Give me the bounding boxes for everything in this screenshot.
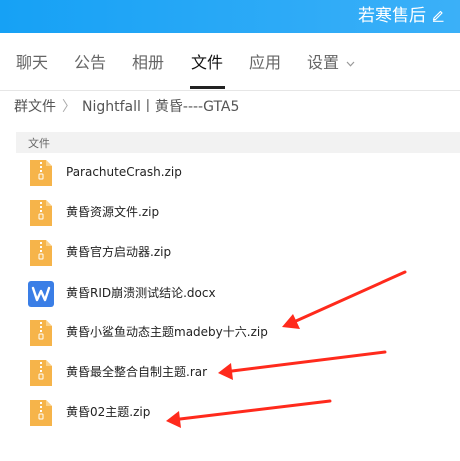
file-row[interactable]: 黄昏最全整合自制主题.rar — [16, 354, 446, 392]
file-name: 黄昏RID崩溃测试结论.docx — [66, 286, 216, 300]
word-doc-icon — [28, 281, 54, 307]
breadcrumb: 群文件〉 Nightfall丨黄昏----GTA5 — [14, 98, 239, 116]
file-name: 黄昏小鲨鱼动态主题madeby十六.zip — [66, 325, 268, 339]
edit-icon[interactable] — [431, 8, 445, 22]
zip-file-icon — [30, 320, 52, 346]
divider — [0, 90, 460, 91]
breadcrumb-root[interactable]: 群文件 — [14, 99, 56, 115]
tab-files[interactable]: 文件 — [191, 53, 223, 73]
title-bar: 若寒售后 — [0, 0, 460, 33]
group-name: 若寒售后 — [358, 6, 426, 26]
zip-file-icon — [30, 160, 52, 186]
breadcrumb-current: Nightfall丨黄昏----GTA5 — [82, 99, 240, 115]
file-row[interactable]: 黄昏02主题.zip — [16, 394, 446, 432]
file-row[interactable]: ParachuteCrash.zip — [16, 154, 446, 192]
file-name: 黄昏官方启动器.zip — [66, 245, 172, 259]
zip-file-icon — [30, 400, 52, 426]
zip-file-icon — [30, 360, 52, 386]
file-name: ParachuteCrash.zip — [66, 165, 182, 179]
tab-bar: 聊天 公告 相册 文件 应用 设置 — [0, 33, 460, 91]
file-name: 黄昏资源文件.zip — [66, 205, 160, 219]
breadcrumb-separator: 〉 — [62, 99, 76, 115]
file-row[interactable]: 黄昏小鲨鱼动态主题madeby十六.zip — [16, 314, 446, 352]
tab-settings[interactable]: 设置 — [307, 53, 339, 73]
file-row[interactable]: 黄昏资源文件.zip — [16, 194, 446, 232]
file-row[interactable]: 黄昏官方启动器.zip — [16, 234, 446, 272]
file-name: 黄昏02主题.zip — [66, 405, 151, 419]
zip-file-icon — [30, 240, 52, 266]
column-header-file[interactable]: 文件 — [28, 135, 50, 151]
tab-album[interactable]: 相册 — [132, 53, 164, 73]
file-list-header: 文件 — [16, 132, 460, 153]
file-row[interactable]: 黄昏RID崩溃测试结论.docx — [16, 275, 446, 313]
file-name: 黄昏最全整合自制主题.rar — [66, 365, 208, 379]
tab-announcements[interactable]: 公告 — [74, 53, 106, 73]
chevron-down-icon[interactable] — [346, 61, 355, 67]
zip-file-icon — [30, 200, 52, 226]
tab-chat[interactable]: 聊天 — [16, 53, 48, 73]
tab-apps[interactable]: 应用 — [249, 53, 281, 73]
active-tab-indicator — [190, 86, 225, 89]
